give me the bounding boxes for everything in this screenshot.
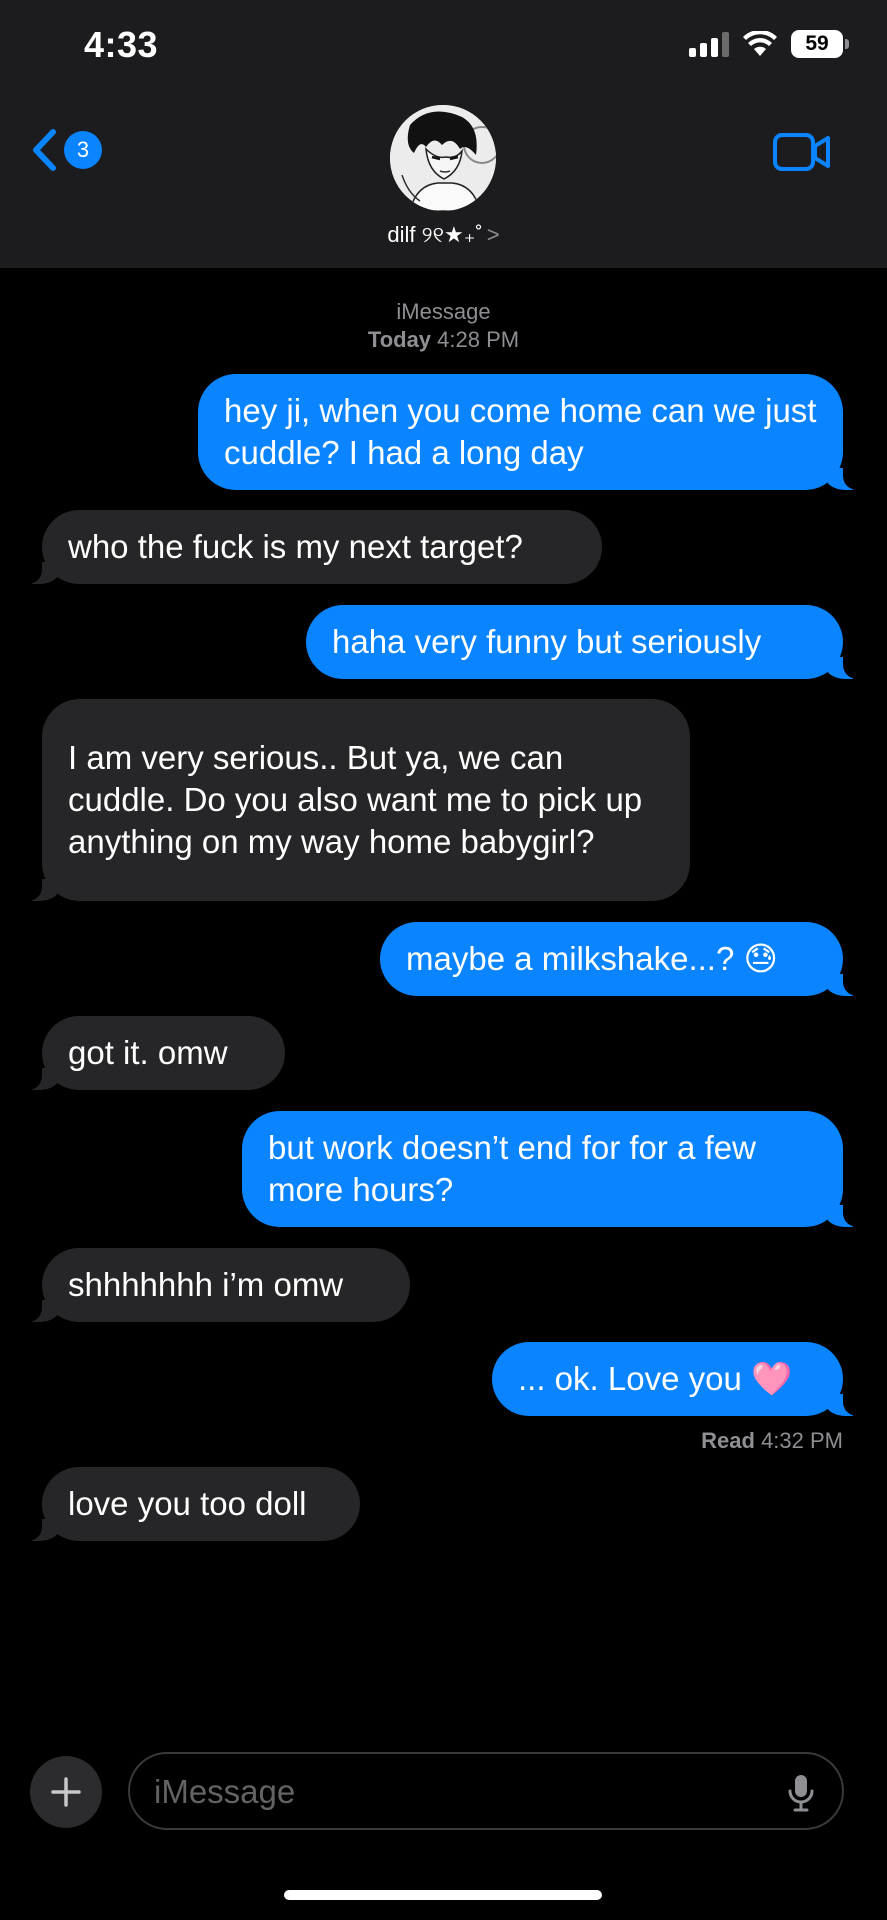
apps-plus-button[interactable] xyxy=(30,1756,102,1828)
plus-icon xyxy=(51,1777,81,1807)
read-receipt: Read 4:32 PM xyxy=(701,1428,843,1454)
contact-name[interactable]: dilf ୨୧★₊˚ > xyxy=(0,222,887,248)
message-bubble-incoming[interactable]: got it. omw xyxy=(24,1016,285,1090)
message-bubble-outgoing[interactable]: hey ji, when you come home can we just c… xyxy=(198,374,861,490)
status-time: 4:33 xyxy=(84,24,159,65)
message-text: hey ji, when you come home can we just c… xyxy=(224,392,817,471)
date-label: Today xyxy=(367,327,432,352)
facetime-video-button[interactable] xyxy=(773,132,831,177)
messages-screen: 4:33 59 3 dilf ୨୧★₊˚ > iMessage Today 4:… xyxy=(0,0,887,1920)
message-compose-field[interactable] xyxy=(128,1752,844,1830)
message-bubble-outgoing[interactable]: maybe a milkshake...? 😓 xyxy=(380,922,861,996)
message-text: shhhhhhh i’m omw xyxy=(68,1266,344,1303)
unread-count-badge: 3 xyxy=(64,131,102,169)
date-time: 4:28 PM xyxy=(437,327,520,352)
message-bubble-outgoing[interactable]: haha very funny but seriously xyxy=(306,605,861,679)
thread-timestamp: Today 4:28 PM xyxy=(0,326,887,353)
chevron-left-icon xyxy=(33,129,56,171)
message-text: maybe a milkshake...? 😓 xyxy=(406,940,778,977)
message-text: got it. omw xyxy=(68,1034,228,1071)
message-text: haha very funny but seriously xyxy=(332,623,762,660)
avatar-illustration xyxy=(390,105,496,211)
contact-name-text: dilf ୨୧★₊˚ xyxy=(387,222,483,247)
message-text: love you too doll xyxy=(68,1485,307,1522)
status-indicators: 59 xyxy=(689,30,849,58)
message-bubble-outgoing[interactable]: but work doesn’t end for for a few more … xyxy=(242,1111,861,1227)
message-text: ... ok. Love you 🩷 xyxy=(518,1360,793,1397)
message-bubble-incoming[interactable]: love you too doll xyxy=(24,1467,360,1541)
chevron-right-icon: > xyxy=(486,222,500,247)
message-input[interactable] xyxy=(154,1768,754,1816)
video-camera-icon xyxy=(773,133,830,171)
home-indicator[interactable] xyxy=(284,1890,602,1900)
message-bubble-incoming[interactable]: who the fuck is my next target? xyxy=(24,510,602,584)
dictation-button[interactable] xyxy=(788,1774,814,1817)
message-bubble-outgoing[interactable]: ... ok. Love you 🩷 xyxy=(492,1342,861,1416)
wifi-icon xyxy=(743,31,777,56)
read-label: Read xyxy=(701,1428,755,1453)
signal-icon xyxy=(689,31,729,57)
message-text: but work doesn’t end for for a few more … xyxy=(268,1129,756,1208)
read-time: 4:32 PM xyxy=(761,1428,843,1453)
battery-indicator: 59 xyxy=(791,30,849,58)
conversation-header: 4:33 59 3 dilf ୨୧★₊˚ > xyxy=(0,0,887,268)
message-bubble-incoming[interactable]: I am very serious.. But ya, we can cuddl… xyxy=(24,699,690,901)
message-text: who the fuck is my next target? xyxy=(68,528,523,565)
service-label: iMessage xyxy=(396,299,491,324)
message-text: I am very serious.. But ya, we can cuddl… xyxy=(68,739,643,860)
contact-avatar[interactable] xyxy=(390,105,496,211)
message-bubble-incoming[interactable]: shhhhhhh i’m omw xyxy=(24,1248,410,1322)
microphone-icon xyxy=(788,1775,814,1812)
back-button[interactable]: 3 xyxy=(30,128,102,172)
